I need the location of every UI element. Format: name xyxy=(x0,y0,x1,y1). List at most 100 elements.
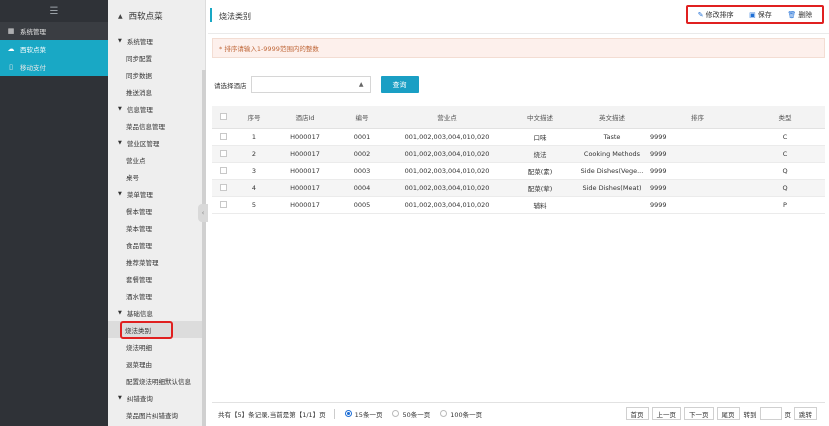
table-row[interactable]: 3 H000017 0003 001,002,003,004,010,020 配… xyxy=(212,162,825,180)
sidebar-item-label: 系统管理 xyxy=(20,28,46,36)
menu-group-basic-info[interactable]: ▼ 基础信息 xyxy=(108,304,205,321)
cell: 辅料 xyxy=(506,196,574,214)
menu-item[interactable]: 推送消息 xyxy=(108,83,205,100)
menu-item[interactable]: 烧法明细 xyxy=(108,338,205,355)
table-row[interactable]: 2 H000017 0002 001,002,003,004,010,020 烧… xyxy=(212,145,825,163)
page-size-100[interactable]: 100条一页 xyxy=(440,409,482,419)
menu-item[interactable]: 套餐管理 xyxy=(108,270,205,287)
cloud-icon: ☁ xyxy=(7,45,15,53)
column-header[interactable]: 英文描述 xyxy=(574,106,650,129)
hotel-select-label: 请选择酒店 xyxy=(214,81,247,90)
prev-page-button[interactable]: 上一页 xyxy=(651,407,681,420)
save-button[interactable]: ▣ 保存 xyxy=(749,10,772,20)
page-size-label: 100条一页 xyxy=(450,410,483,419)
goto-label: 转到 xyxy=(743,410,757,419)
menu-item-cooking-category[interactable]: 烧法类别 xyxy=(108,320,205,339)
title-bar: 烧法类别 ✎ 修改排序 ▣ 保存 🗑 删除 xyxy=(208,0,829,34)
radio-icon xyxy=(392,410,400,417)
collapse-handle-icon[interactable]: ‹ xyxy=(198,204,208,222)
sort-input[interactable]: 9999 xyxy=(650,179,745,197)
menu-item[interactable]: 桌号 xyxy=(108,168,205,185)
edit-sort-button[interactable]: ✎ 修改排序 xyxy=(698,10,734,20)
menu-item[interactable]: 营业点 xyxy=(108,151,205,168)
sidebar-item-ordering[interactable]: ☁ 西软点菜 xyxy=(0,40,108,58)
trash-icon: 🗑 xyxy=(787,10,797,19)
menu-item[interactable]: 菜本管理 xyxy=(108,219,205,236)
sidebar-item-system[interactable]: ▦ 系统管理 xyxy=(0,22,108,40)
delete-button[interactable]: 🗑 删除 xyxy=(787,10,812,20)
sort-input[interactable]: 9999 xyxy=(650,162,745,180)
record-summary: 共有【5】条记录,当前是第【1/1】页 xyxy=(218,410,326,419)
row-checkbox[interactable] xyxy=(212,128,234,146)
menu-item[interactable]: 同步数据 xyxy=(108,66,205,83)
table-row[interactable]: 5 H000017 0005 001,002,003,004,010,020 辅… xyxy=(212,196,825,214)
query-button[interactable]: 查询 xyxy=(380,76,419,93)
column-header[interactable]: 排序 xyxy=(650,106,745,129)
menu-item[interactable]: 退菜理由 xyxy=(108,355,205,372)
phone-icon: ▯ xyxy=(9,63,13,71)
cell: Side Dishes(Meat) xyxy=(574,179,650,197)
caret-down-icon: ▼ xyxy=(118,309,122,316)
cell: H000017 xyxy=(274,179,336,197)
menu-item[interactable]: 同步配置 xyxy=(108,49,205,66)
row-checkbox[interactable] xyxy=(212,179,234,197)
menu-item[interactable]: 菜品图片纠错查询 xyxy=(108,406,205,423)
row-checkbox[interactable] xyxy=(212,196,234,214)
cell: 0003 xyxy=(336,162,388,180)
filter-row: 请选择酒店 ▲ 查询 xyxy=(214,76,419,93)
last-page-button[interactable]: 尾页 xyxy=(716,407,740,420)
menu-item[interactable]: 食品管理 xyxy=(108,236,205,253)
grid-icon: ▦ xyxy=(7,27,15,35)
table-row[interactable]: 1 H000017 0001 001,002,003,004,010,020 口… xyxy=(212,128,825,146)
menu-toggle-icon[interactable]: ☰ xyxy=(0,0,108,22)
cell xyxy=(574,196,650,214)
action-toolbar: ✎ 修改排序 ▣ 保存 🗑 删除 xyxy=(686,5,824,24)
menu-group-business-area[interactable]: ▼ 营业区管理 xyxy=(108,134,205,151)
column-header[interactable]: 中文描述 xyxy=(506,106,574,129)
cell: 001,002,003,004,010,020 xyxy=(388,196,506,214)
page-number-input[interactable] xyxy=(759,407,782,420)
delete-label: 删除 xyxy=(798,10,813,19)
sidebar-item-mobile-pay[interactable]: ▯ 移动支付 xyxy=(0,58,108,76)
first-page-button[interactable]: 首页 xyxy=(625,407,649,420)
menu-group-label: 菜单管理 xyxy=(126,190,153,199)
sort-input[interactable]: 9999 xyxy=(650,128,745,146)
cell: 配菜(荤) xyxy=(506,179,574,197)
column-header[interactable]: 类型 xyxy=(745,106,825,129)
data-table: 序号 酒店Id 编号 营业点 中文描述 英文描述 排序 类型 1 H000017… xyxy=(212,106,825,214)
page-size-50[interactable]: 50条一页 xyxy=(392,409,430,419)
hotel-select[interactable]: ▲ xyxy=(250,76,371,93)
cell: Cooking Methods xyxy=(574,145,650,163)
menu-group-error-query[interactable]: ▼ 纠错查询 xyxy=(108,389,205,406)
next-page-button[interactable]: 下一页 xyxy=(684,407,714,420)
menu-group-menu[interactable]: ▼ 菜单管理 xyxy=(108,185,205,202)
jump-button[interactable]: 跳转 xyxy=(794,407,817,420)
submenu-header: ▲ 西软点菜 xyxy=(108,0,205,32)
save-icon: ▣ xyxy=(749,10,756,19)
page-size-15[interactable]: 15条一页 xyxy=(344,409,382,419)
cell: 2 xyxy=(234,145,274,163)
column-header[interactable]: 营业点 xyxy=(388,106,506,129)
menu-item[interactable]: 配置烧法明细默认信息 xyxy=(108,372,205,389)
menu-group-system[interactable]: ▼ 系统管理 xyxy=(108,32,205,49)
column-header[interactable]: 编号 xyxy=(336,106,388,129)
page-size-label: 50条一页 xyxy=(402,410,431,419)
menu-group-info[interactable]: ▼ 信息管理 xyxy=(108,100,205,117)
menu-item[interactable]: 酒水管理 xyxy=(108,287,205,304)
menu-item[interactable]: 菜品信息管理 xyxy=(108,117,205,134)
sort-input[interactable]: 9999 xyxy=(650,145,745,163)
table-row[interactable]: 4 H000017 0004 001,002,003,004,010,020 配… xyxy=(212,179,825,197)
column-header[interactable]: 序号 xyxy=(234,106,274,129)
select-all-checkbox[interactable] xyxy=(212,106,234,129)
column-header[interactable]: 酒店Id xyxy=(274,106,336,129)
radio-selected-icon xyxy=(344,410,352,417)
menu-item[interactable]: 餐本管理 xyxy=(108,202,205,219)
submenu-scrollbar[interactable] xyxy=(202,70,206,426)
page-unit-label: 页 xyxy=(784,410,792,419)
sort-input[interactable]: 9999 xyxy=(650,196,745,214)
menu-item[interactable]: 推荐菜管理 xyxy=(108,253,205,270)
row-checkbox[interactable] xyxy=(212,162,234,180)
save-label: 保存 xyxy=(757,10,772,19)
cell: H000017 xyxy=(274,145,336,163)
row-checkbox[interactable] xyxy=(212,145,234,163)
